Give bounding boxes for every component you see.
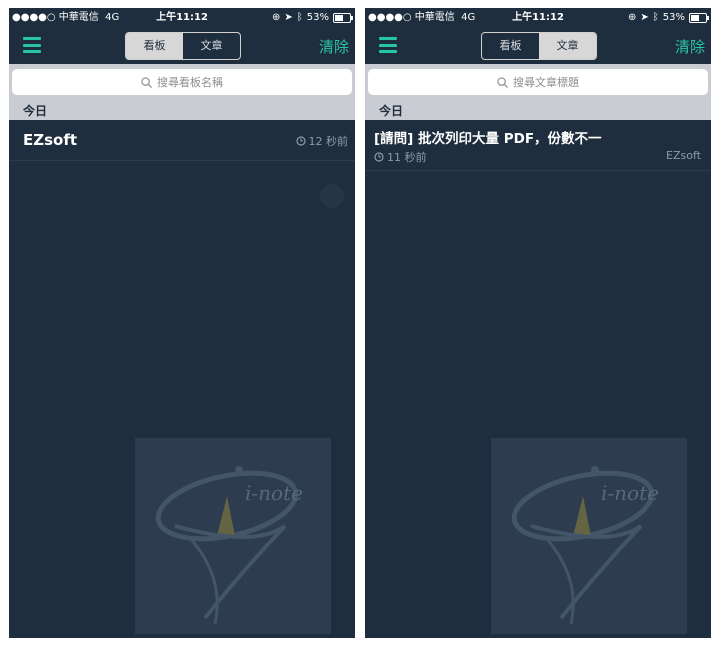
screen-articles: ●●●●○ 中華電信 4G 上午11:12 ⊕ ➤ ᛒ 53% 看板 文章 清除…	[365, 8, 711, 638]
navigation-bar: 看板 文章 清除	[365, 28, 711, 64]
list-item[interactable]: EZsoft 12 秒前	[9, 120, 355, 161]
battery-percent: 53%	[662, 12, 685, 23]
segmented-control: 看板 文章	[481, 32, 597, 60]
battery-percent: 53%	[306, 12, 329, 23]
segmented-control: 看板 文章	[125, 32, 241, 60]
tab-article[interactable]: 文章	[183, 33, 240, 59]
status-bar: ●●●●○ 中華電信 4G 上午11:12 ⊕ ➤ ᛒ 53%	[9, 8, 355, 28]
faded-button	[320, 184, 344, 208]
search-bar: 搜尋看板名稱	[9, 64, 355, 102]
search-icon	[497, 76, 508, 88]
lock-rotation-icon: ⊕	[271, 12, 281, 23]
time-label: 11 秒前	[387, 151, 427, 164]
watermark-logo: i-note	[491, 438, 687, 634]
post-title: [請問] 批次列印大量 PDF，份數不一	[374, 131, 602, 147]
post-author: EZsoft	[666, 149, 701, 162]
search-placeholder: 搜尋文章標題	[513, 76, 579, 89]
navigation-bar: 看板 文章 清除	[9, 28, 355, 64]
lock-rotation-icon: ⊕	[627, 12, 637, 23]
location-icon: ➤	[284, 12, 293, 23]
svg-text:i-note: i-note	[245, 481, 303, 505]
search-placeholder: 搜尋看板名稱	[157, 76, 223, 89]
search-input[interactable]: 搜尋文章標題	[368, 69, 708, 95]
battery-icon	[333, 13, 353, 23]
tab-article[interactable]: 文章	[539, 33, 596, 59]
svg-text:i-note: i-note	[601, 481, 659, 505]
screen-boards: ●●●●○ 中華電信 4G 上午11:12 ⊕ ➤ ᛒ 53% 看板 文章 清除…	[9, 8, 355, 638]
clock-icon	[295, 136, 306, 146]
search-bar: 搜尋文章標題	[365, 64, 711, 102]
time-label: 12 秒前	[308, 135, 349, 148]
clock-icon	[374, 152, 384, 162]
location-icon: ➤	[640, 12, 649, 23]
watermark-logo: i-note	[135, 438, 331, 634]
section-header: 今日	[9, 102, 355, 120]
clear-button[interactable]: 清除	[319, 36, 349, 57]
menu-icon[interactable]	[23, 37, 41, 53]
clear-button[interactable]: 清除	[675, 36, 705, 57]
board-name: EZsoft	[23, 131, 78, 149]
search-icon	[141, 76, 152, 88]
tab-board[interactable]: 看板	[482, 33, 539, 59]
menu-icon[interactable]	[379, 37, 397, 53]
tab-board[interactable]: 看板	[126, 33, 183, 59]
list-item[interactable]: [請問] 批次列印大量 PDF，份數不一 11 秒前 EZsoft	[365, 120, 711, 171]
bluetooth-icon: ᛒ	[652, 12, 659, 23]
section-header: 今日	[365, 102, 711, 120]
search-input[interactable]: 搜尋看板名稱	[12, 69, 352, 95]
status-bar: ●●●●○ 中華電信 4G 上午11:12 ⊕ ➤ ᛒ 53%	[365, 8, 711, 28]
battery-icon	[689, 13, 709, 23]
bluetooth-icon: ᛒ	[296, 12, 303, 23]
